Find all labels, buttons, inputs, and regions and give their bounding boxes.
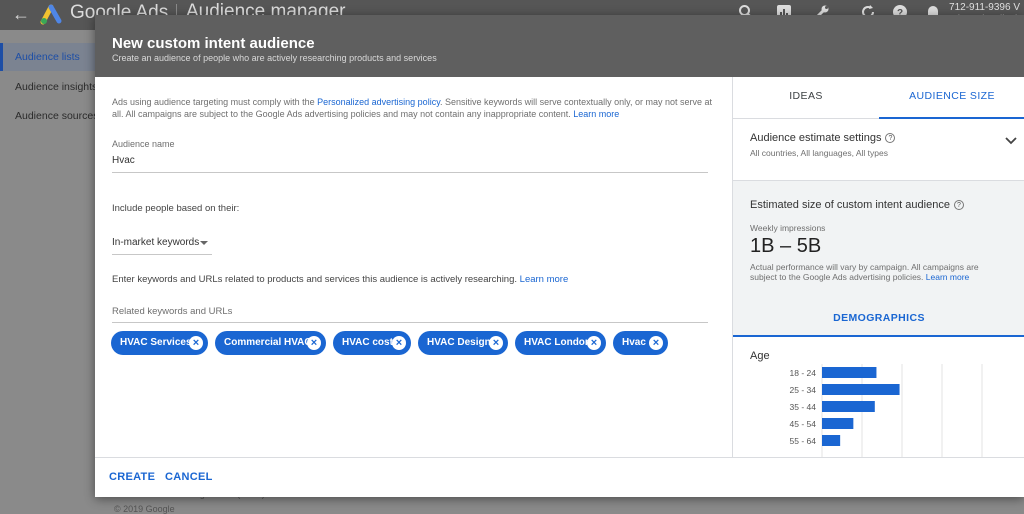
policy-notice: Ads using audience targeting must comply…: [112, 96, 712, 120]
estimated-size-title-text: Estimated size of custom intent audience: [750, 199, 950, 211]
google-ads-logo: [40, 4, 62, 25]
age-bar[interactable]: [822, 367, 877, 378]
keywords-learn-more-link[interactable]: Learn more: [520, 274, 569, 285]
chip-label: HVAC cost: [342, 337, 393, 348]
panel-tabs: IDEAS AUDIENCE SIZE: [733, 77, 1024, 119]
dialog-subtitle: Create an audience of people who are act…: [112, 53, 437, 63]
age-tick-label: 55 - 64: [790, 436, 817, 446]
create-button[interactable]: CREATE: [109, 471, 155, 483]
audience-name-field[interactable]: Hvac: [112, 155, 135, 166]
policy-learn-more-link[interactable]: Learn more: [573, 109, 619, 119]
audience-name-underline: [112, 172, 708, 173]
age-bar-chart: 18 - 24 25 - 34 35 - 44 45 - 54 55 - 64: [790, 364, 983, 457]
keyword-chip[interactable]: HVAC cost ×: [333, 331, 411, 355]
chip-label: HVAC London: [524, 337, 592, 348]
include-dropdown-value: In-market keywords: [112, 237, 200, 248]
estimate-settings-title: Audience estimate settings?: [750, 132, 896, 144]
dropdown-arrow-icon: [200, 241, 208, 245]
audience-form: Ads using audience targeting must comply…: [95, 77, 732, 457]
audience-panel: IDEAS AUDIENCE SIZE Audience estimate se…: [732, 77, 1024, 457]
keywords-underline: [112, 322, 708, 323]
age-tick-label: 35 - 44: [790, 402, 817, 412]
sidebar-item-audience-insights[interactable]: Audience insights: [0, 73, 96, 101]
age-bar[interactable]: [822, 384, 900, 395]
dialog-title: New custom intent audience: [112, 35, 315, 52]
keyword-chip[interactable]: Commercial HVAC ×: [215, 331, 326, 355]
custom-intent-dialog: New custom intent audience Create an aud…: [95, 15, 1024, 497]
back-arrow-icon[interactable]: ←: [12, 4, 30, 24]
estimate-settings[interactable]: Audience estimate settings? All countrie…: [733, 119, 1024, 181]
dialog-footer: CREATE CANCEL: [95, 457, 1024, 497]
age-bar[interactable]: [822, 401, 875, 412]
weekly-impressions-label: Weekly impressions: [750, 223, 826, 233]
tab-demographics[interactable]: DEMOGRAPHICS: [733, 295, 1024, 337]
tab-audience-size[interactable]: AUDIENCE SIZE: [879, 77, 1024, 119]
include-label: Include people based on their:: [112, 203, 240, 214]
sidebar: Audience lists Audience insights Audienc…: [0, 30, 96, 512]
estimate-settings-summary: All countries, All languages, All types: [750, 148, 888, 158]
chip-label: HVAC Services: [120, 337, 192, 348]
keyword-chip[interactable]: Hvac ×: [613, 331, 668, 355]
age-tick-label: 45 - 54: [790, 419, 817, 429]
help-circle-icon[interactable]: ?: [953, 200, 964, 210]
policy-text: Ads using audience targeting must comply…: [112, 97, 318, 107]
include-dropdown[interactable]: In-market keywords: [112, 237, 212, 255]
copyright: © 2019 Google: [114, 504, 175, 514]
remove-chip-icon[interactable]: ×: [392, 336, 406, 350]
tab-ideas[interactable]: IDEAS: [733, 77, 879, 119]
age-bar[interactable]: [822, 418, 854, 429]
sidebar-item-audience-sources[interactable]: Audience sources: [0, 102, 96, 130]
dialog-header: New custom intent audience Create an aud…: [95, 15, 1024, 77]
estimate-note: Actual performance will vary by campaign…: [750, 262, 1005, 282]
dropdown-underline: [112, 254, 212, 255]
estimate-learn-more-link[interactable]: Learn more: [926, 272, 969, 282]
remove-chip-icon[interactable]: ×: [649, 336, 663, 350]
estimate-settings-title-text: Audience estimate settings: [750, 132, 882, 144]
keyword-chip[interactable]: HVAC Services ×: [111, 331, 208, 355]
age-tick-label: 25 - 34: [790, 385, 817, 395]
age-tick-label: 18 - 24: [790, 368, 817, 378]
chip-label: HVAC Design: [427, 337, 491, 348]
age-chart-card: Age 18 - 24 25 - 34 35 - 44 45 - 54 55 - 64: [733, 337, 1024, 457]
help-circle-icon[interactable]: ?: [885, 133, 896, 143]
estimated-size-title: Estimated size of custom intent audience…: [750, 199, 964, 211]
policy-link[interactable]: Personalized advertising policy: [317, 97, 440, 107]
chip-label: Commercial HVAC: [224, 337, 312, 348]
remove-chip-icon[interactable]: ×: [489, 336, 503, 350]
cancel-button[interactable]: CANCEL: [165, 471, 213, 483]
weekly-impressions-value: 1B – 5B: [750, 235, 822, 257]
remove-chip-icon[interactable]: ×: [307, 336, 321, 350]
chip-label: Hvac: [622, 337, 646, 348]
chevron-down-icon[interactable]: [1005, 137, 1017, 145]
keyword-chip[interactable]: HVAC London ×: [515, 331, 606, 355]
sidebar-item-audience-lists[interactable]: Audience lists: [0, 43, 96, 71]
keywords-help: Enter keywords and URLs related to produ…: [112, 274, 568, 285]
age-bar[interactable]: [822, 435, 841, 446]
keyword-chip[interactable]: HVAC Design ×: [418, 331, 508, 355]
remove-chip-icon[interactable]: ×: [189, 336, 203, 350]
account-phone[interactable]: 712-911-9396 V: [949, 2, 1020, 13]
audience-name-label: Audience name: [112, 139, 175, 149]
keywords-input[interactable]: Related keywords and URLs: [112, 306, 232, 317]
keywords-help-text: Enter keywords and URLs related to produ…: [112, 274, 520, 285]
remove-chip-icon[interactable]: ×: [587, 336, 601, 350]
